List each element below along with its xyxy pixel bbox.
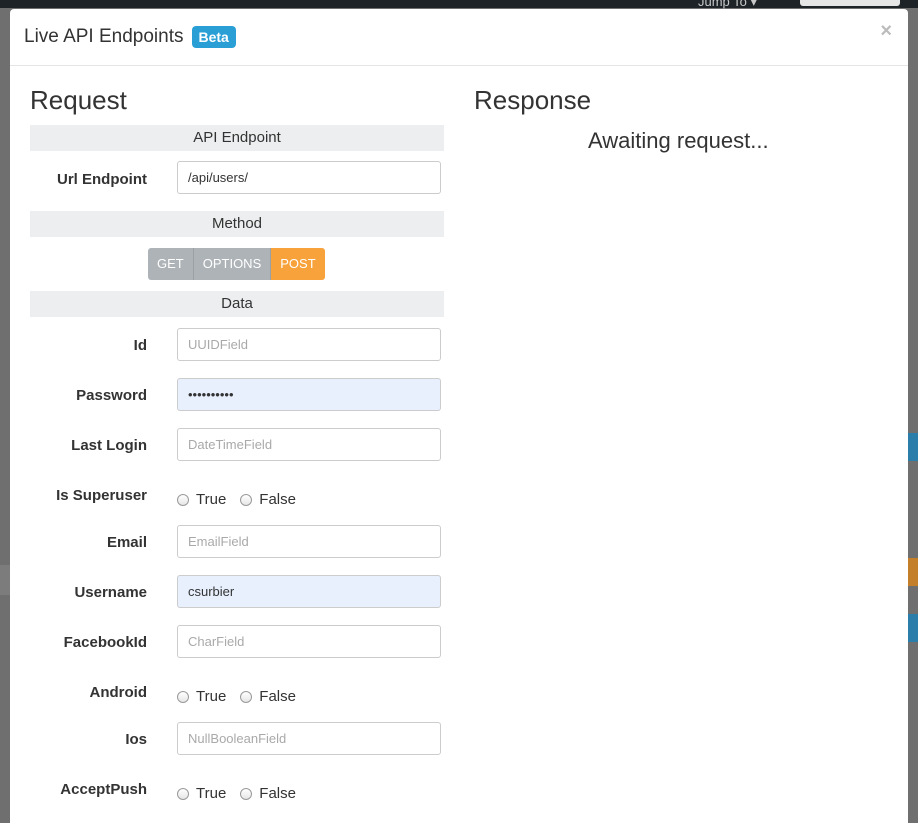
url-endpoint-input[interactable] [177, 161, 441, 194]
accept-push-label: AcceptPush [60, 781, 147, 798]
last-login-input[interactable] [177, 428, 441, 461]
username-label: Username [74, 584, 147, 601]
android-false-radio[interactable] [240, 690, 253, 703]
email-label: Email [106, 534, 147, 551]
accept-push-true-radio[interactable] [177, 787, 189, 800]
ios-input[interactable] [177, 722, 441, 755]
password-input[interactable] [177, 378, 441, 411]
accept-push-radio-group: True False [177, 785, 310, 802]
username-input[interactable] [177, 575, 441, 608]
background-search-input [800, 0, 900, 6]
radio-false-label: False [259, 785, 296, 802]
password-label: Password [76, 387, 147, 404]
background-edge [0, 565, 10, 595]
ios-label: Ios [125, 731, 147, 748]
radio-false-label: False [259, 688, 296, 705]
background-tab [908, 614, 918, 642]
android-label: Android [89, 684, 148, 701]
method-header: Method [30, 211, 444, 237]
method-button-group: GET OPTIONS POST [148, 248, 325, 280]
android-radio-group: True False [177, 688, 310, 705]
live-api-modal: Live API Endpoints Beta × Request API En… [10, 9, 908, 823]
close-icon[interactable]: × [880, 21, 892, 41]
radio-false-label: False [259, 491, 296, 508]
api-endpoint-header: API Endpoint [30, 125, 444, 151]
modal-title-text: Live API Endpoints [24, 26, 184, 47]
beta-badge: Beta [191, 26, 236, 48]
background-tab [908, 433, 918, 461]
data-header: Data [30, 291, 444, 317]
response-title: Response [474, 85, 592, 115]
modal-header: Live API Endpoints Beta × [10, 9, 908, 66]
android-true-radio[interactable] [177, 690, 189, 703]
modal-title: Live API Endpoints Beta [24, 26, 236, 48]
method-options-button[interactable]: OPTIONS [193, 248, 272, 280]
radio-true-label: True [196, 688, 227, 705]
method-post-button[interactable]: POST [271, 248, 325, 280]
request-title: Request [30, 85, 127, 115]
facebook-id-input[interactable] [177, 625, 441, 658]
is-superuser-true-radio[interactable] [177, 493, 189, 506]
background-topbar [0, 0, 918, 8]
url-endpoint-label: Url Endpoint [57, 171, 147, 188]
last-login-label: Last Login [71, 437, 147, 454]
id-input[interactable] [177, 328, 441, 361]
email-input[interactable] [177, 525, 441, 558]
is-superuser-label: Is Superuser [56, 487, 147, 504]
radio-true-label: True [196, 491, 227, 508]
background-tab [908, 558, 918, 586]
radio-true-label: True [196, 785, 227, 802]
method-get-button[interactable]: GET [148, 248, 194, 280]
id-label: Id [133, 337, 147, 354]
is-superuser-radio-group: True False [177, 491, 310, 508]
accept-push-false-radio[interactable] [240, 787, 253, 800]
response-status: Awaiting request... [588, 128, 769, 153]
facebook-id-label: FacebookId [63, 634, 147, 651]
is-superuser-false-radio[interactable] [240, 493, 253, 506]
